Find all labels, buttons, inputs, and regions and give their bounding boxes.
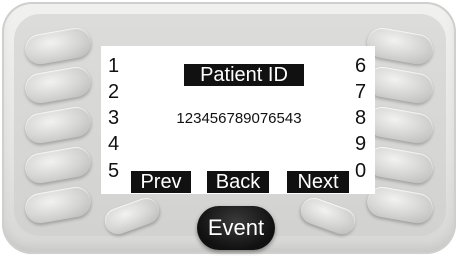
back-softkey-label[interactable]: Back [207, 171, 269, 193]
prev-softkey-label[interactable]: Prev [131, 171, 191, 193]
patient-id-value: 123456789076543 [176, 110, 302, 127]
right-label-9: 9 [355, 133, 367, 155]
right-label-8: 8 [355, 107, 367, 129]
left-label-4: 4 [108, 133, 120, 155]
right-label-6: 6 [355, 55, 367, 77]
screen-title: Patient ID [184, 64, 304, 86]
left-label-3: 3 [108, 107, 120, 129]
right-label-0: 0 [355, 160, 367, 182]
left-label-2: 2 [108, 81, 120, 103]
left-label-1: 1 [108, 55, 120, 77]
event-button[interactable]: Event [197, 206, 275, 250]
right-label-7: 7 [355, 81, 367, 103]
next-softkey-label[interactable]: Next [287, 171, 349, 193]
left-label-5: 5 [108, 160, 120, 182]
